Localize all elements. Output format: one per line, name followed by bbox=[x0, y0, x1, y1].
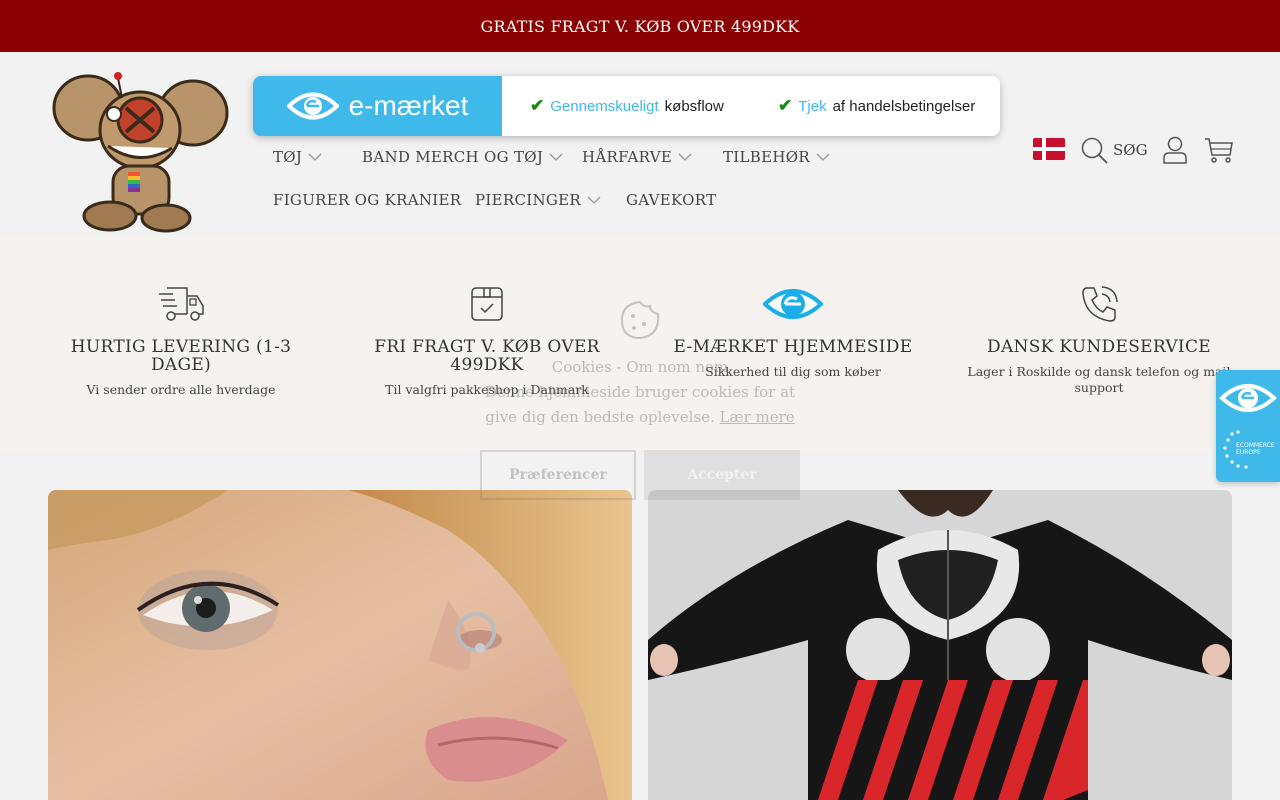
chevron-down-icon bbox=[678, 153, 692, 161]
nav-label: TILBEHØR bbox=[723, 148, 810, 166]
emaerket-eye-icon bbox=[286, 92, 339, 120]
usp-title: E-MÆRKET HJEMMESIDE bbox=[673, 337, 913, 357]
emaerket-feature-2: ✔ Tjek af handelsbetingelser bbox=[778, 96, 975, 116]
voodoo-doll-logo[interactable] bbox=[48, 68, 230, 234]
nav-item-toj[interactable]: TØJ bbox=[273, 148, 322, 166]
danish-flag-icon[interactable] bbox=[1033, 138, 1065, 160]
phone-icon bbox=[1082, 286, 1118, 322]
shopping-cart-icon[interactable] bbox=[1204, 136, 1234, 164]
site-header: e-mærket ✔ Gennemskueligt købsflow ✔ Tje… bbox=[0, 52, 1280, 236]
chevron-down-icon bbox=[308, 153, 322, 161]
emaerket-icon bbox=[763, 289, 823, 319]
nav-item-gavekort[interactable]: GAVEKORT bbox=[626, 191, 716, 209]
badge-label-2: EUROPE bbox=[1236, 449, 1261, 456]
nav-item-haarfarve[interactable]: HÅRFARVE bbox=[582, 148, 692, 166]
usp-customer-service: DANSK KUNDESERVICE Lager i Roskilde og d… bbox=[966, 236, 1232, 396]
delivery-truck-icon bbox=[159, 287, 204, 321]
emaerket-badge-icon: ECOMMERCE EUROPE bbox=[1219, 384, 1277, 469]
user-account-icon[interactable] bbox=[1162, 136, 1188, 164]
nav-label: BAND MERCH OG TØJ bbox=[362, 148, 544, 166]
chevron-down-icon bbox=[549, 153, 563, 161]
usp-subtitle: Vi sender ordre alle hverdage bbox=[86, 382, 276, 397]
package-check-icon bbox=[471, 287, 503, 321]
free-shipping-banner: GRATIS FRAGT V. KØB OVER 499DKK bbox=[0, 0, 1280, 52]
nav-label: GAVEKORT bbox=[626, 191, 717, 209]
emaerket-brand: e-mærket bbox=[253, 76, 502, 136]
emaerket-feature-1: ✔ Gennemskueligt købsflow bbox=[530, 96, 724, 116]
search-label[interactable]: SØG bbox=[1113, 141, 1148, 159]
usp-subtitle: Til valgfri pakkeshop i Danmark bbox=[385, 382, 589, 397]
nav-label: HÅRFARVE bbox=[582, 148, 673, 166]
usp-title: HURTIG LEVERING (1-3 DAGE) bbox=[70, 337, 292, 375]
nav-label: FIGURER OG KRANIER bbox=[273, 191, 462, 209]
usp-title: DANSK KUNDESERVICE bbox=[987, 337, 1211, 357]
hoodie-photo bbox=[648, 490, 1232, 800]
usp-band: HURTIG LEVERING (1-3 DAGE) Vi sender ord… bbox=[0, 236, 1280, 451]
checkmark-icon: ✔ bbox=[530, 96, 545, 115]
free-shipping-text: GRATIS FRAGT V. KØB OVER 499DKK bbox=[480, 16, 800, 36]
emaerket-trust-badge[interactable]: ECOMMERCE EUROPE bbox=[1216, 370, 1280, 482]
feature-2-text: af handelsbetingelser bbox=[832, 97, 976, 115]
chevron-down-icon bbox=[587, 196, 601, 204]
nav-item-band-merch[interactable]: BAND MERCH OG TØJ bbox=[362, 148, 563, 166]
checkmark-icon: ✔ bbox=[778, 96, 793, 115]
nav-label: TØJ bbox=[273, 148, 303, 166]
search-icon[interactable] bbox=[1080, 136, 1108, 164]
feature-1-text: købsflow bbox=[664, 97, 724, 115]
chevron-down-icon bbox=[816, 153, 830, 161]
badge-label-1: ECOMMERCE bbox=[1236, 442, 1275, 449]
usp-subtitle: Lager i Roskilde og dansk telefon og mai… bbox=[967, 364, 1231, 395]
piercing-photo bbox=[48, 490, 632, 800]
emaerket-trust-bar[interactable]: e-mærket ✔ Gennemskueligt købsflow ✔ Tje… bbox=[253, 76, 1000, 136]
usp-fast-delivery: HURTIG LEVERING (1-3 DAGE) Vi sender ord… bbox=[48, 236, 314, 398]
usp-free-shipping: FRI FRAGT V. KØB OVER 499DKK Til valgfri… bbox=[354, 236, 620, 398]
nav-item-figurer[interactable]: FIGURER OG KRANIER bbox=[273, 191, 461, 209]
nav-item-piercinger[interactable]: PIERCINGER bbox=[475, 191, 601, 209]
hero-piercing-image[interactable] bbox=[48, 490, 632, 800]
nav-item-tilbehoer[interactable]: TILBEHØR bbox=[723, 148, 830, 166]
feature-2-highlight: Tjek bbox=[798, 97, 827, 115]
emaerket-brand-text: e-mærket bbox=[348, 90, 469, 121]
hero-hoodie-image[interactable] bbox=[648, 490, 1232, 800]
feature-1-highlight: Gennemskueligt bbox=[550, 97, 659, 115]
usp-subtitle: Sikkerhed til dig som køber bbox=[705, 364, 881, 379]
usp-title: FRI FRAGT V. KØB OVER 499DKK bbox=[374, 337, 600, 375]
nav-label: PIERCINGER bbox=[475, 191, 582, 209]
usp-emaerket: E-MÆRKET HJEMMESIDE Sikkerhed til dig so… bbox=[660, 236, 926, 380]
